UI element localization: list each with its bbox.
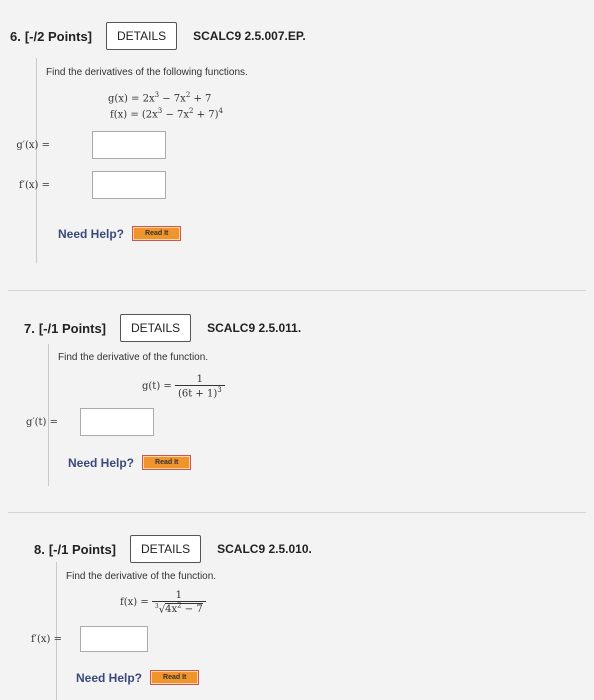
q7-header: 7. [-/1 Points] DETAILS SCALC9 2.5.011. xyxy=(24,314,301,342)
q6-points: [-/2 Points] xyxy=(24,28,93,44)
q7-answer-label: g′(t) = xyxy=(25,416,58,428)
q7-code: SCALC9 2.5.011. xyxy=(207,321,302,335)
q6-equation-g: g(x) = 2x3 − 7x2 + 7 xyxy=(108,91,212,105)
q6-need-help-label: Need Help? xyxy=(58,226,125,241)
q6-number: 6. xyxy=(10,28,21,44)
q8-points: [-/1 Points] xyxy=(48,541,117,557)
q8-details-button[interactable]: DETAILS xyxy=(130,535,202,563)
q7-points: [-/1 Points] xyxy=(38,320,107,336)
q8-prompt: Find the derivative of the function. xyxy=(66,571,217,582)
q8-number: 8. xyxy=(34,541,45,557)
q6-answer-input-g[interactable] xyxy=(92,131,166,159)
divider-2 xyxy=(8,512,586,513)
q6-header: 6. [-/2 Points] DETAILS SCALC9 2.5.007.E… xyxy=(10,22,306,50)
q6-answer-row-g: g′(x) = xyxy=(8,131,166,159)
q8-equation: f(x) = 1 3√4x2 − 7 xyxy=(120,590,206,616)
q6-code: SCALC9 2.5.007.EP. xyxy=(193,29,306,43)
q8-answer-label: f′(x) = xyxy=(31,633,62,645)
q6-answer-label-f: f′(x) = xyxy=(19,179,50,191)
q7-prompt: Find the derivative of the function. xyxy=(58,352,209,363)
q7-number: 7. xyxy=(24,320,35,336)
q8-read-it-button[interactable]: Read It xyxy=(150,670,200,685)
q6-equation-f: f(x) = (2x3 − 7x2 + 7)4 xyxy=(110,107,223,121)
divider-1 xyxy=(8,290,586,291)
q6-read-it-button[interactable]: Read It xyxy=(132,226,182,241)
q8-header: 8. [-/1 Points] DETAILS SCALC9 2.5.010. xyxy=(34,535,312,563)
q6-answer-label-g: g′(x) = xyxy=(16,139,50,151)
q7-equation: g(t) = 1 (6t + 1)3 xyxy=(142,374,225,399)
q7-help: Need Help? Read It xyxy=(68,455,192,470)
q7-read-it-button[interactable]: Read It xyxy=(142,455,192,470)
q6-prompt: Find the derivatives of the following fu… xyxy=(46,67,248,78)
q8-code: SCALC9 2.5.010. xyxy=(217,542,312,556)
q7-need-help-label: Need Help? xyxy=(68,455,135,470)
q7-answer-row: g′(t) = xyxy=(16,408,154,436)
q6-help: Need Help? Read It xyxy=(58,226,182,241)
q6-answer-input-f[interactable] xyxy=(92,171,166,199)
q6-details-button[interactable]: DETAILS xyxy=(106,22,178,50)
q6-answer-row-f: f′(x) = xyxy=(8,171,166,199)
q8-answer-row: f′(x) = xyxy=(20,626,148,652)
q6-left-line xyxy=(36,58,37,263)
q8-help: Need Help? Read It xyxy=(76,670,200,685)
q8-need-help-label: Need Help? xyxy=(76,670,143,685)
q7-answer-input[interactable] xyxy=(80,408,154,436)
q8-answer-input[interactable] xyxy=(80,626,148,652)
q7-details-button[interactable]: DETAILS xyxy=(120,314,192,342)
